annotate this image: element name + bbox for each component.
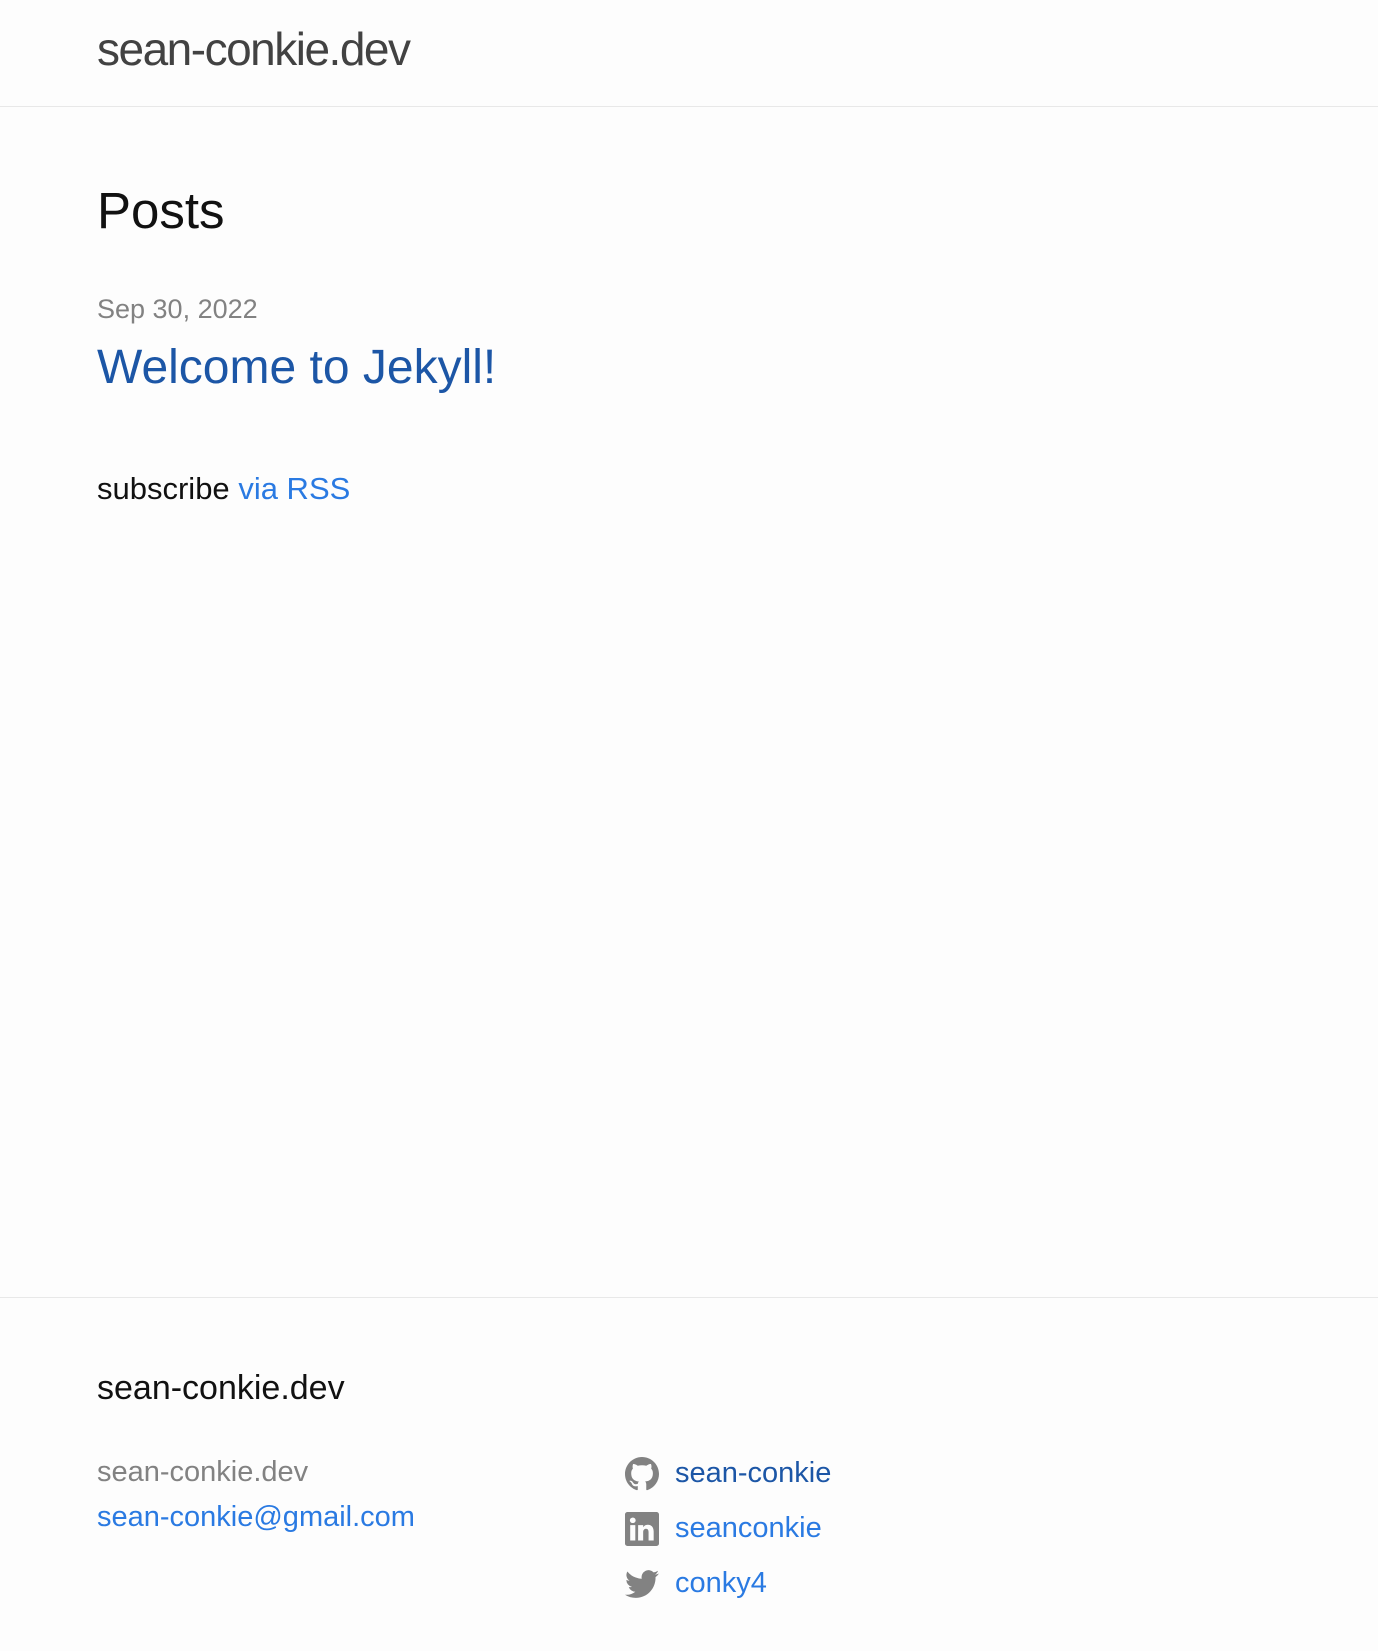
footer-email-link[interactable]: sean-conkie@gmail.com [97, 1495, 415, 1540]
social-item-linkedin: seanconkie [625, 1501, 831, 1556]
footer-contact-list: sean-conkie.dev sean-conkie@gmail.com [97, 1450, 415, 1540]
rss-link[interactable]: via RSS [238, 471, 350, 506]
twitter-link[interactable]: conky4 [675, 1567, 767, 1600]
linkedin-icon [625, 1511, 659, 1546]
footer-heading: sean-conkie.dev [97, 1369, 345, 1407]
social-media-list: sean-conkie seanconkie conky4 [625, 1446, 831, 1611]
twitter-icon [625, 1569, 659, 1598]
linkedin-link[interactable]: seanconkie [675, 1512, 822, 1545]
github-icon [625, 1456, 659, 1490]
site-footer: sean-conkie.dev sean-conkie.dev sean-con… [0, 1297, 1378, 1651]
rss-prefix-text: subscribe [97, 471, 230, 506]
post-title-link[interactable]: Welcome to Jekyll! [97, 339, 496, 397]
site-title-link[interactable]: sean-conkie.dev [97, 22, 411, 77]
rss-subscribe: subscribe via RSS [97, 470, 350, 507]
social-item-twitter: conky4 [625, 1556, 831, 1611]
post-date: Sep 30, 2022 [97, 294, 258, 324]
footer-name: sean-conkie.dev [97, 1456, 309, 1488]
site-header: sean-conkie.dev [0, 0, 1378, 107]
page-heading: Posts [97, 182, 225, 239]
social-item-github: sean-conkie [625, 1446, 831, 1501]
github-link[interactable]: sean-conkie [675, 1457, 831, 1490]
